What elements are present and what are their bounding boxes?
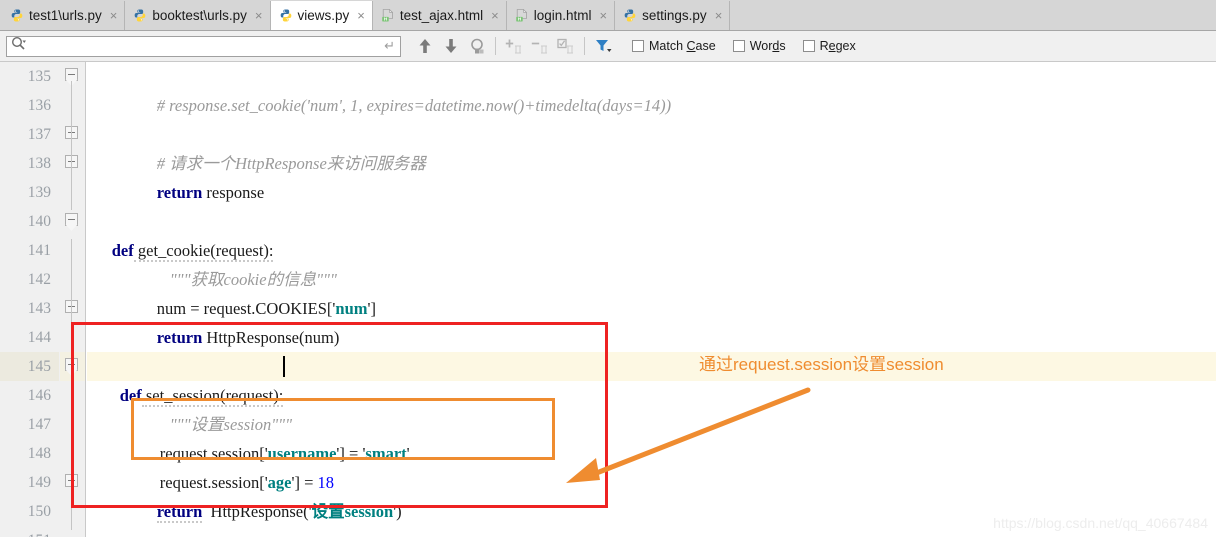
string-literal: num [335, 299, 368, 318]
code-content[interactable]: # response.set_cookie('num', 1, expires=… [87, 62, 1216, 537]
editor-tab-views-py[interactable]: views.py × [270, 1, 373, 30]
code-line-149[interactable]: return HttpResponse('设置session') [132, 468, 402, 537]
editor-tab-test1-urls-py[interactable]: test1\urls.py × [2, 1, 126, 30]
keyword-return: return [156, 183, 203, 202]
keyword-return: return [156, 502, 203, 523]
editor-tab-settings-py[interactable]: settings.py × [615, 1, 731, 30]
code-text: HttpResponse(' [202, 502, 312, 521]
fold-expanded-icon[interactable] [65, 213, 78, 231]
line-number[interactable]: 148 [28, 439, 51, 468]
enter-hint-icon: ↵ [384, 38, 395, 53]
string-literal: smart [365, 444, 407, 463]
line-number[interactable]: 139 [28, 178, 51, 207]
editor-tab-label: login.html [533, 8, 592, 23]
find-toolbar: ↵ Match Case Words Regex [0, 31, 1216, 62]
search-icon[interactable] [11, 36, 26, 56]
python-file-icon [279, 8, 293, 23]
line-number[interactable]: 150 [28, 497, 51, 526]
watermark-text: https://blog.csdn.net/qq_40667484 [993, 515, 1208, 531]
editor-tab-label: booktest\urls.py [152, 8, 247, 23]
remove-selection-button[interactable] [527, 34, 553, 58]
editor-tab-test_ajax-html[interactable]: H test_ajax.html × [372, 1, 507, 30]
html-file-icon: H [381, 8, 395, 23]
match-case-checkbox[interactable]: Match Case [632, 39, 716, 53]
close-icon[interactable]: × [491, 9, 499, 23]
fold-guide-line [71, 381, 72, 530]
editor-tab-label: settings.py [642, 8, 707, 23]
code-text: '] [367, 299, 376, 318]
toolbar-separator-1 [495, 37, 496, 55]
fold-expanded-icon[interactable] [65, 68, 78, 86]
code-text: '] = ' [336, 444, 366, 463]
line-number[interactable]: 137 [28, 120, 51, 149]
line-number[interactable]: 151 [28, 526, 51, 537]
code-text: HttpResponse(num) [202, 328, 340, 347]
string-literal: 设置session [311, 502, 394, 521]
html-file-icon: H [515, 8, 529, 23]
python-file-icon [10, 8, 24, 23]
line-number[interactable]: 147 [28, 410, 51, 439]
line-number[interactable]: 145 [28, 352, 51, 381]
search-input[interactable] [28, 37, 385, 55]
search-field-wrapper[interactable]: ↵ [6, 35, 401, 57]
text-caret [283, 356, 285, 377]
filter-button[interactable] [590, 34, 616, 58]
select-all-occurrences-button[interactable] [464, 34, 490, 58]
python-file-icon [133, 8, 147, 23]
close-icon[interactable]: × [357, 9, 365, 23]
line-number[interactable]: 142 [28, 265, 51, 294]
editor-tab-booktest-urls-py[interactable]: booktest\urls.py × [125, 1, 271, 30]
fold-guide-line [71, 239, 72, 328]
svg-text:H: H [518, 17, 521, 22]
line-number[interactable]: 141 [28, 236, 51, 265]
python-file-icon [623, 8, 637, 23]
checkbox-label: Match Case [649, 39, 716, 53]
keyword-def: def [119, 386, 142, 405]
comment-text: # response.set_cookie('num', 1, expires=… [156, 96, 672, 115]
editor-tab-label: test1\urls.py [29, 8, 102, 23]
regex-checkbox[interactable]: Regex [802, 39, 856, 53]
code-folding-gutter[interactable] [60, 62, 86, 537]
checkbox-box[interactable] [632, 40, 644, 52]
line-number[interactable]: 138 [28, 149, 51, 178]
line-number[interactable]: 143 [28, 294, 51, 323]
editor-tab-bar: test1\urls.py × booktest\urls.py × views.p… [0, 0, 1216, 31]
keyword-return: return [156, 328, 203, 347]
code-text: ') [393, 502, 402, 521]
line-number[interactable]: 135 [28, 62, 51, 91]
editor-tab-label: test_ajax.html [399, 8, 484, 23]
words-checkbox[interactable]: Words [732, 39, 786, 53]
line-number[interactable]: 146 [28, 381, 51, 410]
find-options: Match Case Words Regex [632, 39, 873, 53]
code-text: ' [406, 444, 410, 463]
checkbox-box[interactable] [732, 40, 745, 52]
line-number-gutter[interactable]: 135 136 137 138 139 140 141 142 143 144 145 146 147 1… [0, 62, 60, 537]
line-number[interactable]: 144 [28, 323, 51, 352]
find-previous-button[interactable] [412, 34, 438, 58]
close-icon[interactable]: × [255, 9, 263, 23]
line-number[interactable]: 136 [28, 91, 51, 120]
code-editor[interactable]: 135 136 137 138 139 140 141 142 143 144 145 146 147 1… [0, 62, 1216, 537]
fold-expanded-icon[interactable] [65, 358, 78, 376]
find-next-button[interactable] [438, 34, 464, 58]
add-selection-button[interactable] [501, 34, 527, 58]
close-icon[interactable]: × [600, 9, 608, 23]
checkbox-box[interactable] [802, 40, 815, 52]
select-occurrences-button[interactable] [553, 34, 579, 58]
line-number[interactable]: 140 [28, 207, 51, 236]
close-icon[interactable]: × [715, 9, 723, 23]
checkbox-label: Regex [819, 39, 856, 53]
checkbox-label: Words [749, 39, 786, 53]
code-text: response [202, 183, 265, 202]
editor-tab-label: views.py [297, 8, 350, 23]
svg-text:H: H [384, 17, 387, 22]
annotation-label: 通过request.session设置session [699, 355, 944, 374]
line-number[interactable]: 149 [28, 468, 51, 497]
fold-guide-line [71, 81, 72, 210]
toolbar-separator-2 [584, 37, 585, 55]
keyword-def: def [111, 241, 134, 260]
editor-tab-login-html[interactable]: H login.html × [506, 1, 616, 30]
close-icon[interactable]: × [110, 9, 118, 23]
